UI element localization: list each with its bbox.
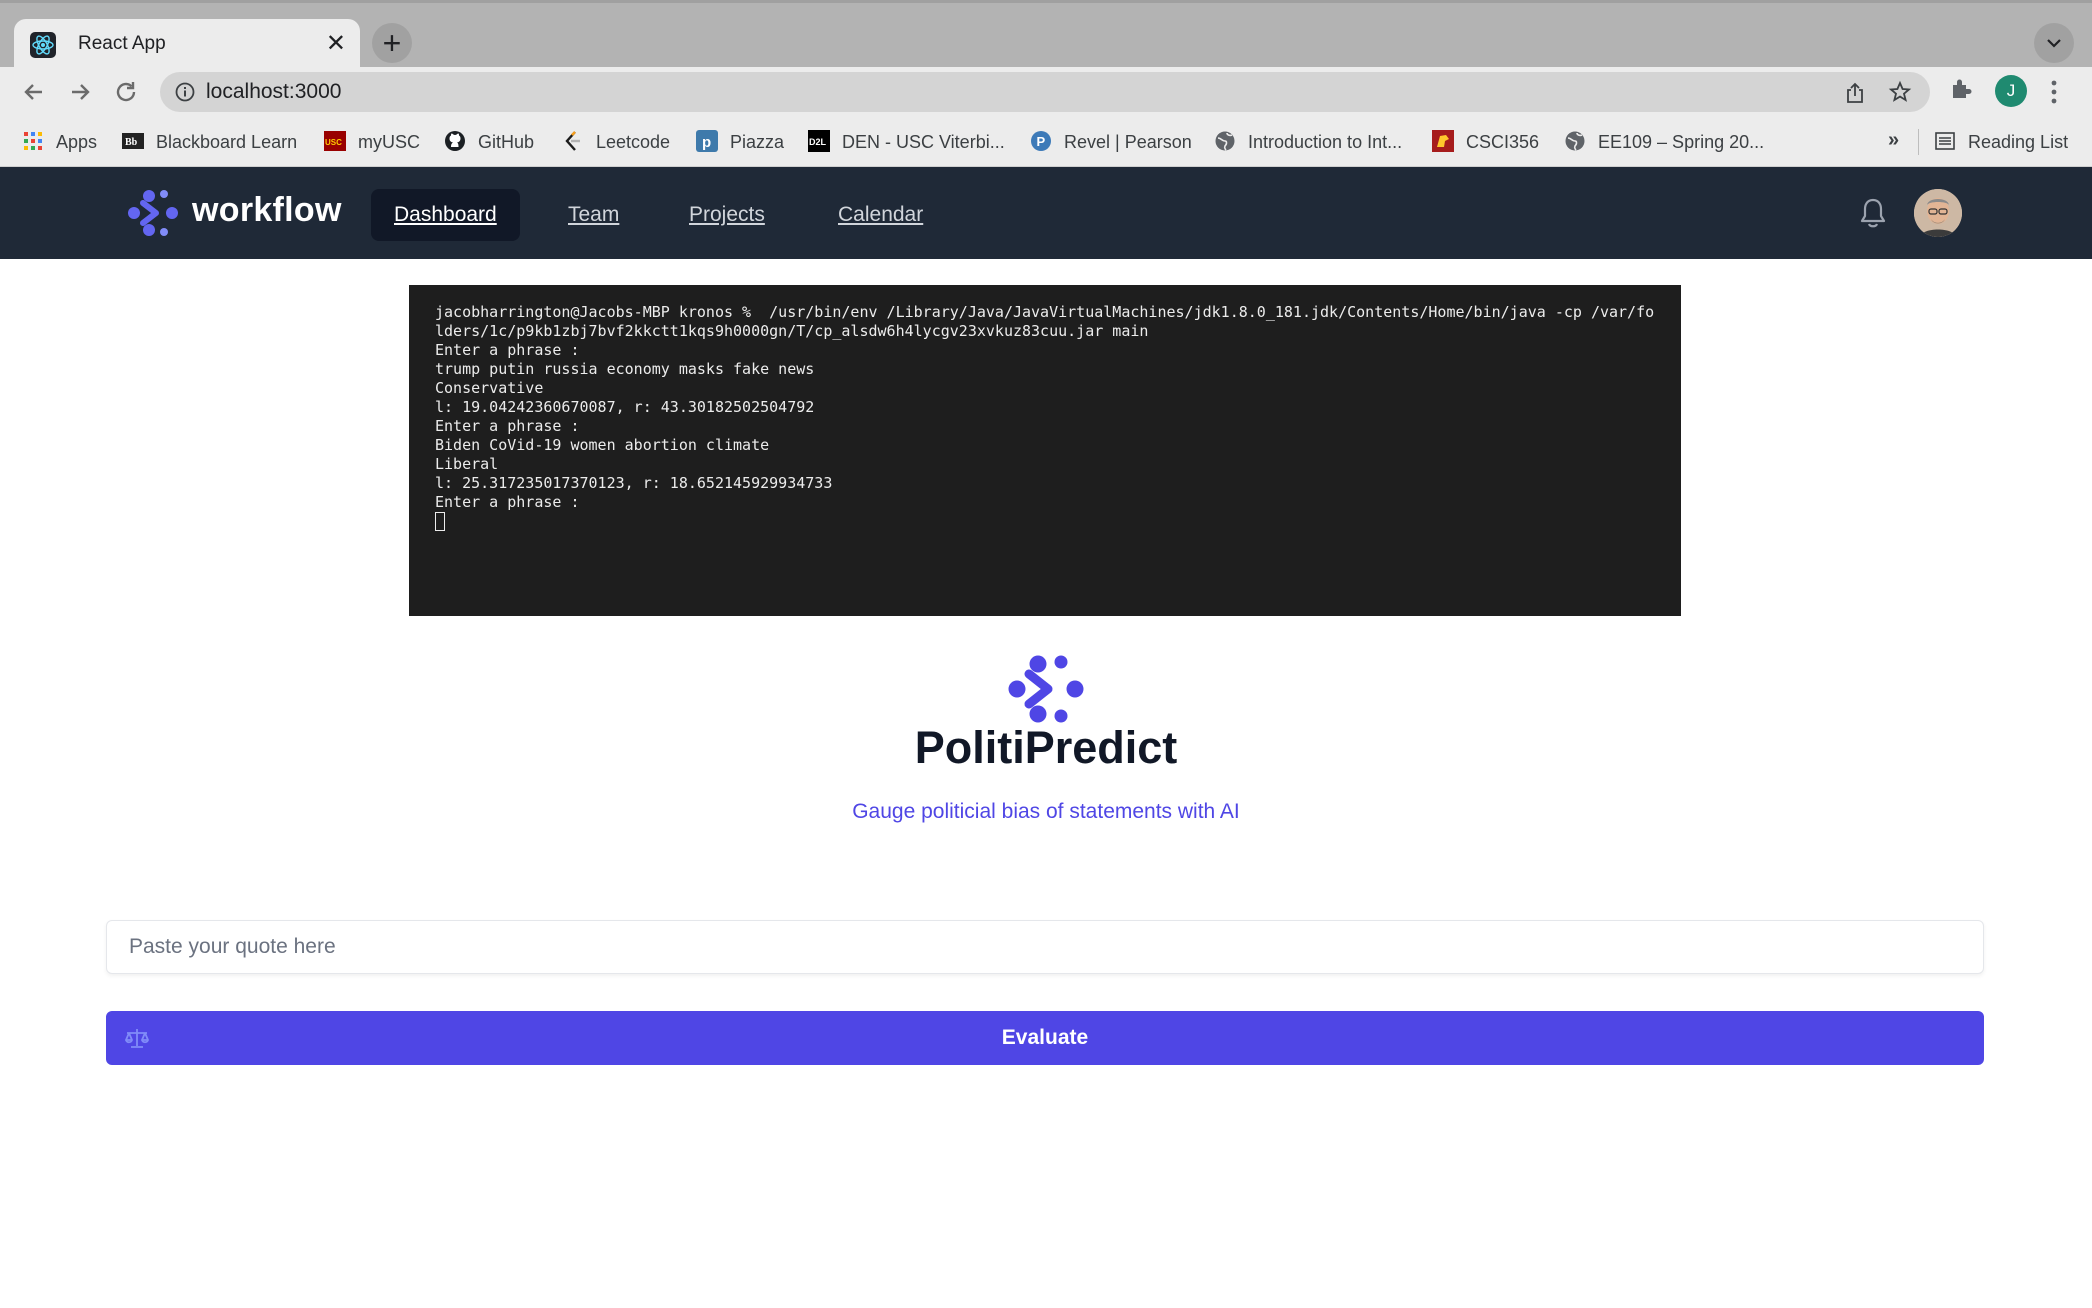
svg-text:p: p (702, 134, 711, 151)
tab-search-button[interactable] (2034, 23, 2074, 63)
info-icon[interactable] (174, 81, 196, 103)
apps-grid-icon (24, 132, 42, 150)
globe-icon (1215, 131, 1235, 151)
svg-text:P: P (1037, 134, 1046, 149)
terminal-line: Conservative (435, 379, 544, 397)
profile-avatar[interactable]: J (1995, 75, 2027, 107)
app-title: PolitiPredict (914, 722, 1178, 773)
bookmark-label: DEN - USC Viterbi... (842, 132, 1005, 152)
github-icon (445, 131, 465, 151)
bookmark-label: EE109 – Spring 20... (1598, 132, 1765, 152)
svg-text:USC: USC (325, 138, 342, 147)
app-subtitle: Gauge politicial bias of statements with… (852, 800, 1240, 823)
workflow-logo-icon (128, 190, 178, 236)
bookmark-star-icon[interactable] (1888, 80, 1912, 104)
leetcode-icon (565, 131, 580, 151)
evaluate-label: Evaluate (1001, 1026, 1089, 1049)
reading-list-label: Reading List (1968, 132, 2069, 152)
terminal-line: l: 19.04242360670087, r: 43.301825025047… (435, 398, 815, 416)
bookmark-label: Blackboard Learn (156, 132, 298, 152)
more-bookmarks-chevron[interactable]: » (1888, 129, 1899, 152)
usc-icon: USC (324, 131, 346, 151)
notification-bell-icon[interactable] (1858, 197, 1888, 229)
bookmark-label: Piazza (730, 132, 785, 152)
quote-input[interactable] (106, 920, 1984, 974)
terminal-line: Liberal (435, 455, 499, 473)
terminal-line: l: 25.317235017370123, r: 18.65214592993… (435, 474, 833, 492)
bookmark-label: GitHub (478, 132, 535, 152)
close-tab-icon[interactable]: ✕ (326, 29, 346, 58)
terminal-line: Enter a phrase : (435, 417, 580, 435)
terminal-line: Biden CoVid-19 women abortion climate (435, 436, 770, 454)
scale-icon (125, 1029, 149, 1048)
terminal-screenshot: jacobharrington@Jacobs-MBP kronos % /usr… (409, 285, 1681, 616)
more-vert-icon[interactable] (2048, 78, 2060, 106)
bookmark-label: CSCI356 (1466, 132, 1540, 152)
user-photo-icon (1914, 189, 1962, 237)
browser-tab-strip: React App ✕ + (0, 0, 2092, 70)
nav-calendar[interactable]: Calendar (815, 189, 946, 241)
politipredict-logo-icon (1008, 655, 1084, 723)
terminal-output: jacobharrington@Jacobs-MBP kronos % /usr… (435, 303, 1655, 533)
piazza-icon: p (696, 130, 718, 152)
blackboard-icon: Bb (122, 133, 144, 149)
forward-arrow-icon[interactable] (64, 76, 96, 108)
brand-name: workflow (192, 191, 342, 229)
url-text[interactable]: localhost:3000 (206, 80, 341, 104)
evaluate-button[interactable]: Evaluate (106, 1011, 1984, 1065)
bookmarks-divider (1918, 129, 1919, 155)
browser-tab[interactable]: React App ✕ (14, 19, 360, 70)
bookmarks-bar: Apps Bb Blackboard Learn USC myUSC GitHu… (0, 117, 2092, 167)
reload-icon[interactable] (110, 76, 142, 108)
react-icon (30, 32, 56, 58)
nav-projects[interactable]: Projects (666, 189, 788, 241)
user-avatar[interactable] (1914, 189, 1962, 237)
globe-icon (1565, 131, 1585, 151)
back-arrow-icon[interactable] (18, 76, 50, 108)
bookmark-label: Leetcode (596, 132, 671, 152)
svg-text:Bb: Bb (125, 137, 138, 148)
reading-list-icon (1935, 132, 1955, 150)
extensions-puzzle-icon[interactable] (1948, 76, 1974, 102)
chevron-down-icon (2047, 39, 2061, 48)
bookmark-label: Introduction to Int... (1248, 132, 1403, 152)
terminal-cursor (435, 512, 445, 531)
address-bar[interactable]: localhost:3000 (160, 72, 1930, 112)
app-navbar: workflow Dashboard Team Projects Calenda… (0, 167, 2092, 259)
terminal-line: Enter a phrase : (435, 493, 580, 511)
terminal-line: Enter a phrase : (435, 341, 580, 359)
nav-team[interactable]: Team (545, 189, 642, 241)
new-tab-button[interactable]: + (372, 23, 412, 63)
usc-trojan-icon (1432, 130, 1454, 152)
bookmark-label: myUSC (358, 132, 420, 152)
share-icon[interactable] (1844, 81, 1866, 105)
bookmark-label: Revel | Pearson (1064, 132, 1192, 152)
svg-text:D2L: D2L (809, 137, 827, 147)
browser-toolbar: localhost:3000 (0, 67, 2092, 117)
bookmark-label: Apps (56, 132, 98, 152)
pearson-icon: P (1031, 131, 1051, 151)
d2l-icon: D2L (808, 130, 830, 152)
nav-dashboard[interactable]: Dashboard (371, 189, 520, 241)
terminal-line: jacobharrington@Jacobs-MBP kronos % /usr… (435, 303, 1655, 340)
terminal-line: trump putin russia economy masks fake ne… (435, 360, 815, 378)
tab-title: React App (78, 33, 166, 54)
